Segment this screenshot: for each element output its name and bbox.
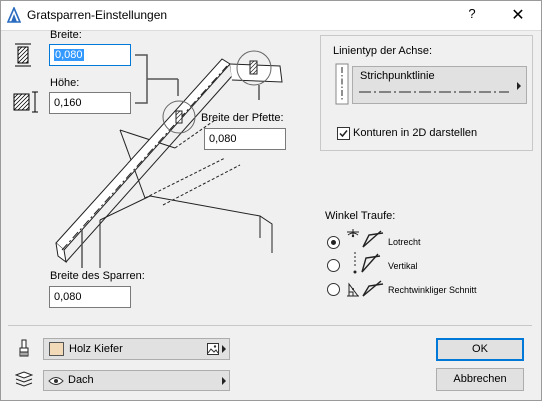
window-title: Gratsparren-Einstellungen — [27, 8, 168, 22]
eaves-radio-square[interactable] — [327, 283, 340, 296]
chevron-right-icon — [222, 345, 226, 353]
height-hatch-icon — [13, 91, 38, 113]
paint-brush-icon — [19, 339, 29, 357]
vertical-cut-icon — [353, 252, 381, 274]
layer-dropdown[interactable]: Dach — [43, 370, 230, 391]
purlin-width-value: 0,080 — [209, 133, 237, 145]
material-swatch — [49, 342, 64, 356]
cancel-button[interactable]: Abbrechen — [436, 368, 524, 391]
linetype-value: Strichpunktlinie — [360, 70, 435, 82]
chevron-right-icon — [517, 82, 521, 90]
eaves-radio-plumb[interactable] — [327, 236, 340, 249]
material-dropdown[interactable]: Holz Kiefer — [43, 338, 230, 360]
width-hatch-icon — [15, 43, 31, 67]
hip-rafter-illustration — [55, 50, 283, 268]
ok-button[interactable]: OK — [436, 338, 524, 361]
linetype-dropdown[interactable]: Strichpunktlinie — [352, 66, 527, 104]
app-icon — [7, 7, 21, 23]
contours-label: Konturen in 2D darstellen — [353, 127, 478, 139]
layers-icon — [15, 371, 33, 387]
square-cut-icon — [347, 280, 384, 297]
eaves-option-vertical: Vertikal — [388, 261, 418, 271]
eaves-angle-label: Winkel Traufe: — [325, 210, 396, 222]
rafter-width-value: 0,080 — [54, 291, 82, 303]
chevron-right-icon — [222, 377, 226, 385]
layer-value: Dach — [68, 374, 94, 386]
purlin-width-label: Breite der Pfette: — [201, 112, 284, 124]
plumb-cut-icon — [347, 229, 384, 248]
vertical-dash-dot-icon — [335, 63, 349, 105]
title-bar: Gratsparren-Einstellungen ? ✕ — [0, 0, 542, 30]
image-icon — [207, 343, 219, 355]
contours-checkbox[interactable] — [337, 127, 350, 140]
dash-dot-line-preview — [359, 91, 509, 93]
help-button[interactable]: ? — [462, 6, 482, 24]
axis-linetype-label: Linientyp der Achse: — [333, 45, 433, 57]
eaves-option-square: Rechtwinkliger Schnitt — [388, 285, 477, 295]
rafter-width-input[interactable]: 0,080 — [49, 286, 131, 308]
eaves-option-plumb: Lotrecht — [388, 237, 421, 247]
rafter-width-label: Breite des Sparren: — [50, 270, 145, 282]
separator — [8, 325, 532, 326]
eaves-radio-vertical[interactable] — [327, 259, 340, 272]
purlin-width-input[interactable]: 0,080 — [204, 128, 286, 150]
material-value: Holz Kiefer — [69, 343, 123, 355]
close-button[interactable]: ✕ — [508, 5, 528, 25]
eye-icon — [48, 377, 64, 385]
check-icon — [339, 130, 348, 138]
